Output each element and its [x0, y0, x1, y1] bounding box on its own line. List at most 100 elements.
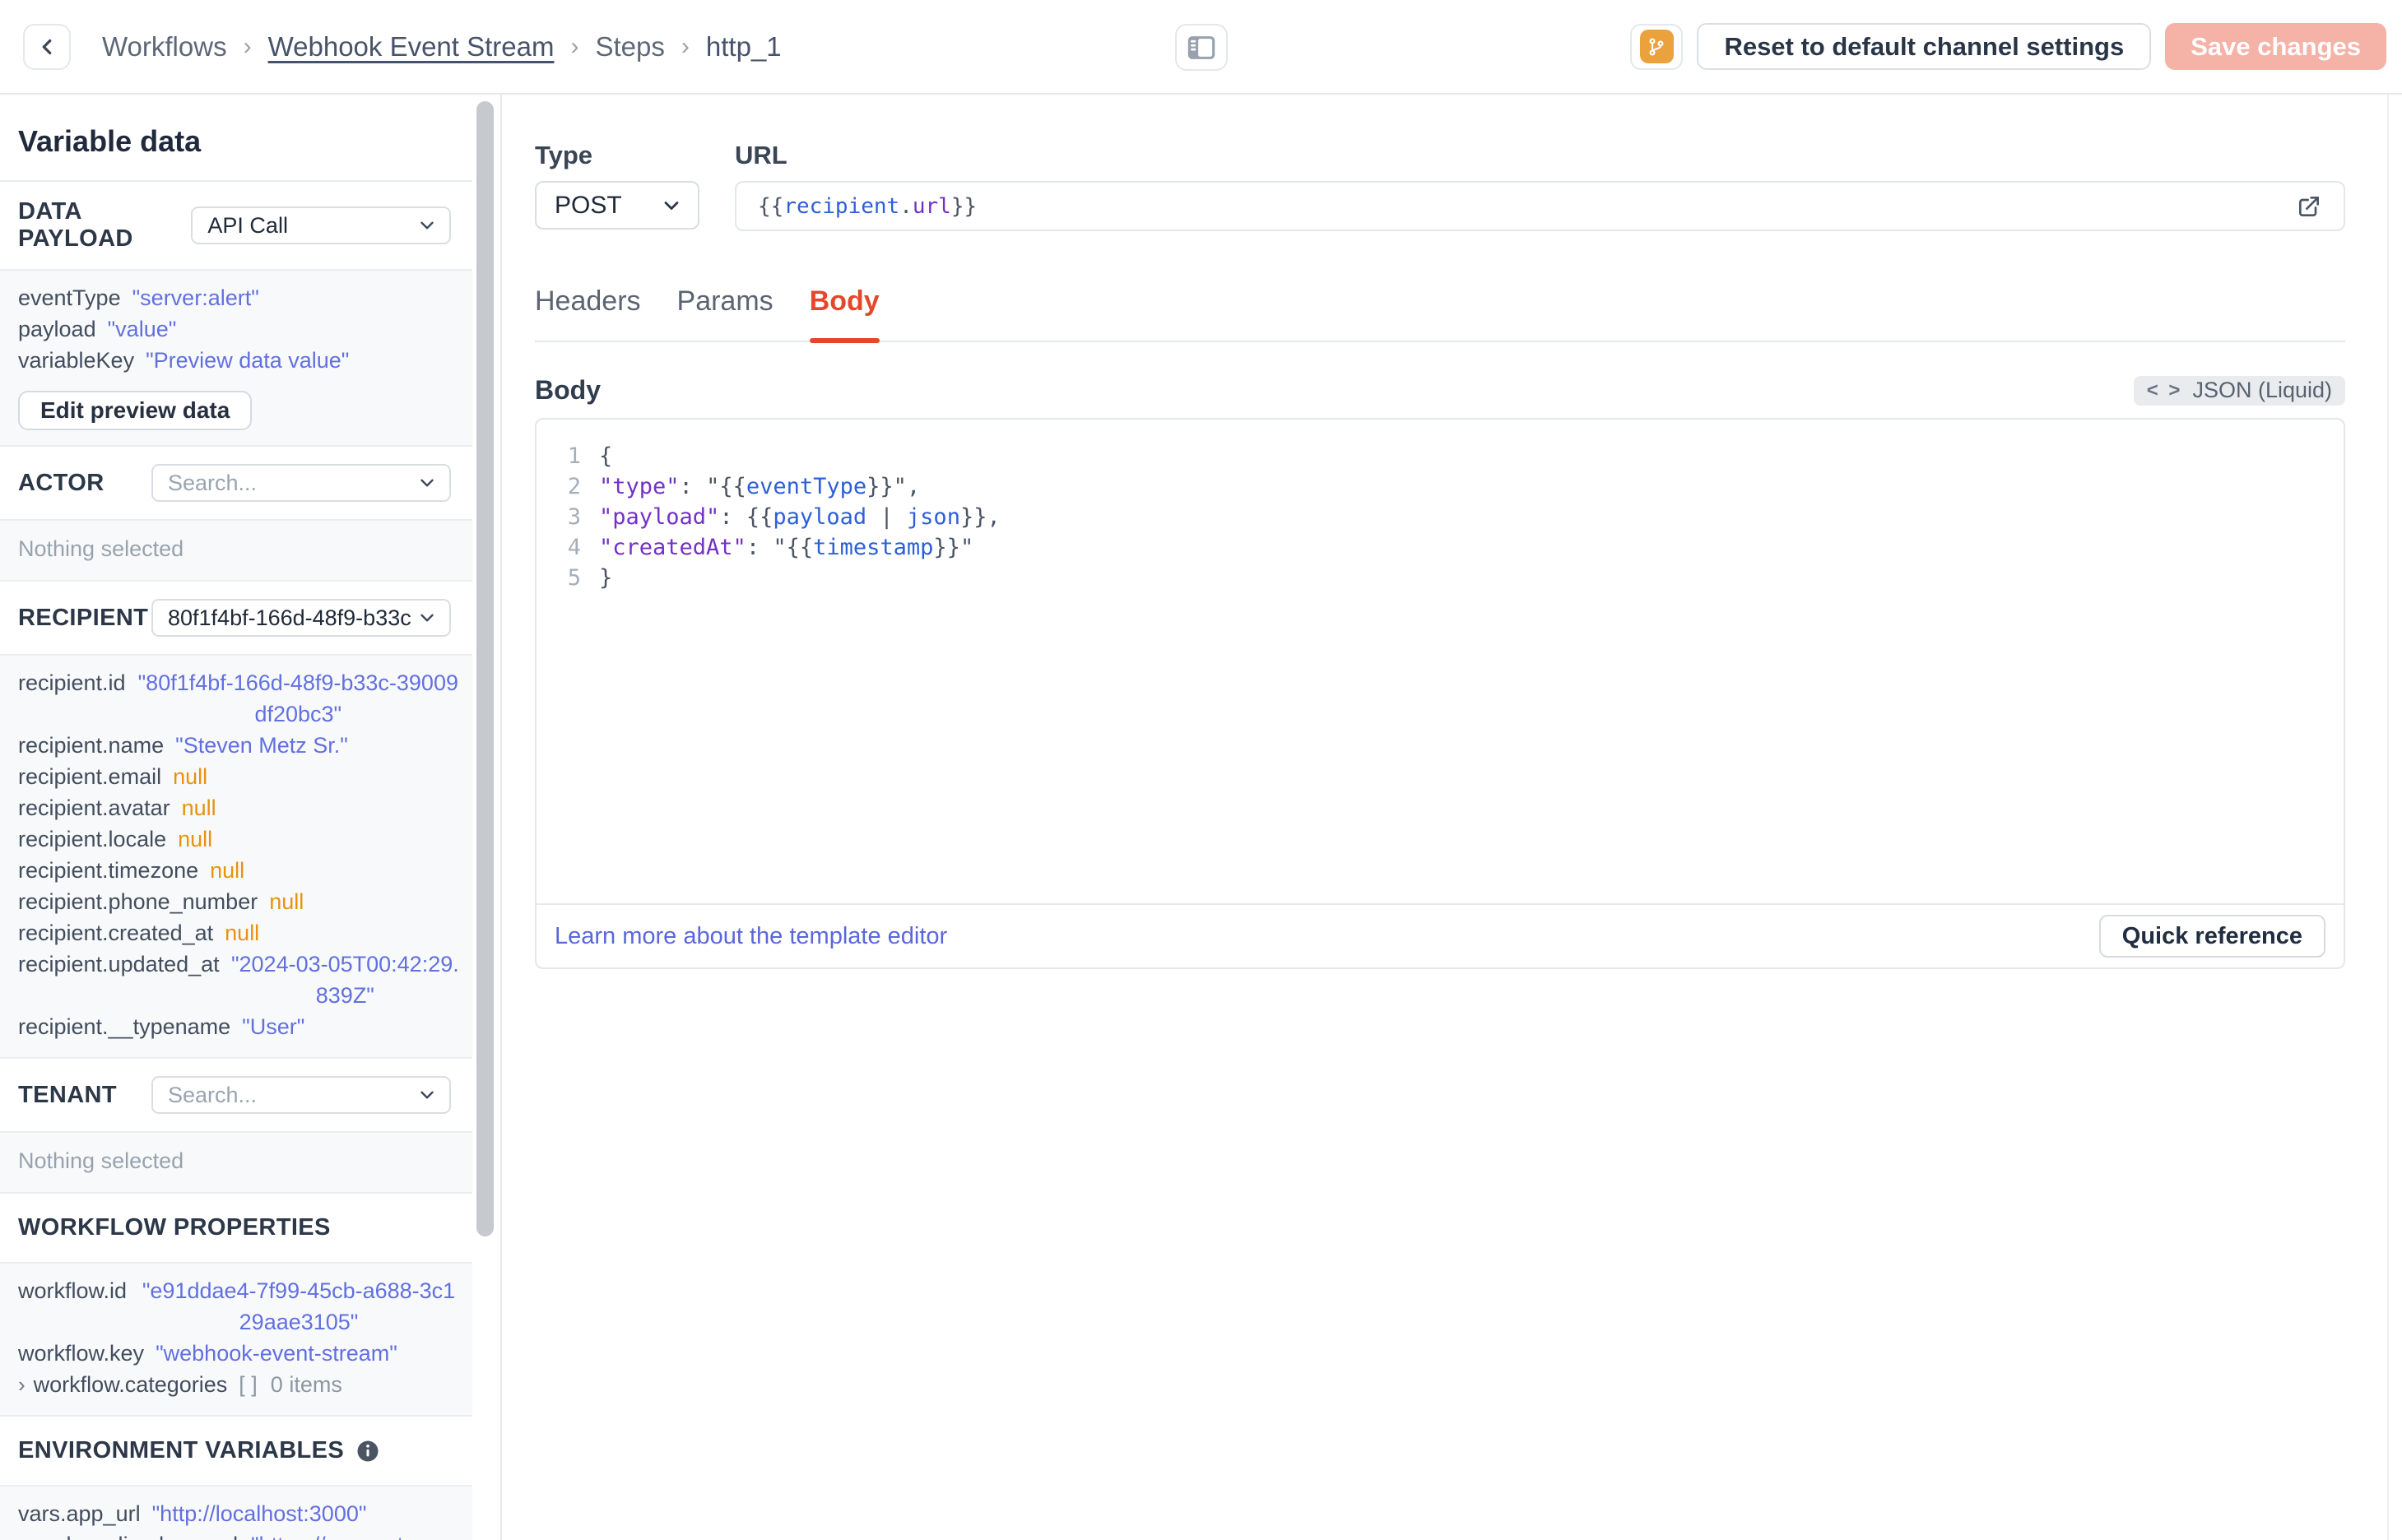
tab-params[interactable]: Params [677, 285, 774, 341]
method-select[interactable]: POST [535, 181, 699, 230]
tenant-empty-block: Nothing selected [0, 1131, 472, 1194]
top-bar: Workflows › Webhook Event Stream › Steps › htt… [0, 0, 2402, 95]
code-text: } [599, 565, 613, 591]
field-key: variableKey [18, 348, 135, 373]
breadcrumb-item: Workflows [102, 30, 227, 62]
field-extra: 0 items [270, 1372, 342, 1397]
payload-fields: eventType "server:alert" payload "value" var… [18, 282, 459, 376]
breadcrumb-item: Steps [595, 30, 665, 62]
tab-headers[interactable]: Headers [535, 285, 641, 341]
env-fields-block: vars.app_url"http://localhost:3000"vars.… [0, 1485, 472, 1540]
breadcrumb-separator: › [570, 32, 579, 60]
recipient-fields-block: recipient.id "80f1f4bf-166d-48f9-b33c-390… [0, 654, 472, 1059]
quick-reference-button[interactable]: Quick reference [2098, 915, 2325, 958]
payload-preview-block: eventType "server:alert" payload "value" var… [0, 269, 472, 447]
chevron-down-icon [660, 194, 683, 217]
language-badge: < > JSON (Liquid) [2133, 375, 2345, 406]
template-editor-card: 1{2 "type": "{{eventType}}", 3 "payload": {… [535, 418, 2345, 969]
tenant-row: TENANT Search... [0, 1059, 472, 1131]
field-key: recipient.updated_at [18, 952, 220, 976]
tab-body[interactable]: Body [809, 285, 880, 343]
token: }} [950, 193, 978, 219]
token: url [912, 193, 951, 219]
field-value: null [178, 827, 213, 851]
chevron-down-icon [416, 607, 438, 629]
field-row: recipient.id "80f1f4bf-166d-48f9-b33c-390… [18, 667, 459, 730]
actor-label: ACTOR [18, 469, 105, 496]
field-key: workflow.id [18, 1278, 128, 1303]
back-button[interactable] [23, 23, 71, 70]
workflow-fields: workflow.id "e91ddae4-7f99-45cb-a688-3c12… [18, 1275, 459, 1400]
line-number: 4 [567, 535, 581, 560]
field-row: eventType "server:alert" [18, 282, 459, 313]
git-branch-icon [1639, 30, 1674, 63]
code-editor[interactable]: 1{2 "type": "{{eventType}}", 3 "payload": {… [537, 420, 2344, 903]
field-key: recipient.email [18, 764, 162, 789]
code-text: "createdAt": "{{timestamp}}" [599, 535, 974, 560]
field-row: recipient.email null [18, 761, 459, 792]
breadcrumb-separator: › [681, 32, 690, 60]
info-icon[interactable] [355, 1439, 380, 1463]
code-line: 5} [537, 563, 2344, 593]
field-key: recipient.created_at [18, 921, 214, 945]
recipient-fields: recipient.id "80f1f4bf-166d-48f9-b33c-390… [18, 667, 459, 1042]
request-config-row: Type POST URL {{recipient.url}} [535, 141, 2345, 231]
field-value: "https://account-assets.knock.app/42d161… [249, 1529, 459, 1540]
url-label: URL [735, 141, 788, 169]
field-value: "Preview data value" [146, 348, 350, 373]
sidebar-toggle-button[interactable] [1175, 24, 1228, 71]
breadcrumb-item: http_1 [705, 30, 782, 62]
line-number: 1 [567, 443, 581, 469]
request-editor-panel: Type POST URL {{recipient.url}} Headers … [504, 95, 2402, 1540]
commit-changes-button[interactable] [1630, 23, 1684, 70]
reset-channel-settings-button[interactable]: Reset to default channel settings [1697, 23, 2152, 70]
field-key: recipient.locale [18, 827, 167, 851]
main-scroll-gutter [2387, 95, 2389, 1540]
field-row: payload "value" [18, 313, 459, 345]
actor-search-select[interactable]: Search... [151, 464, 451, 502]
open-url-button[interactable] [2286, 188, 2332, 225]
chevron-left-icon [35, 35, 59, 59]
field-row: variableKey "Preview data value" [18, 345, 459, 376]
tenant-empty-text: Nothing selected [18, 1148, 184, 1173]
field-row: › workflow.categories [ ] 0 items [18, 1369, 459, 1400]
chevron-right-icon[interactable]: › [18, 1369, 26, 1400]
field-value: [ ] [239, 1372, 258, 1397]
workflow-fields-block: workflow.id "e91ddae4-7f99-45cb-a688-3c12… [0, 1262, 472, 1417]
field-row: recipient.timezone null [18, 855, 459, 886]
save-changes-button[interactable]: Save changes [2165, 23, 2386, 70]
type-label: Type [535, 141, 593, 169]
editor-footer: Learn more about the template editor Qui… [537, 903, 2344, 967]
url-input[interactable]: {{recipient.url}} [735, 181, 2345, 231]
actor-row: ACTOR Search... [0, 447, 472, 519]
field-value: null [181, 796, 216, 820]
field-value: null [269, 889, 304, 914]
token: recipient [783, 193, 900, 219]
data-payload-row: DATA PAYLOAD API Call [0, 182, 472, 269]
edit-preview-data-button[interactable]: Edit preview data [18, 391, 253, 430]
chevron-down-icon [416, 472, 438, 494]
recipient-select[interactable]: 80f1f4bf-166d-48f9-b33c [151, 599, 451, 637]
field-row: recipient.created_at null [18, 917, 459, 949]
sidebar-scrollbar[interactable] [476, 101, 494, 1236]
field-key: workflow.key [18, 1341, 145, 1366]
field-value: "e91ddae4-7f99-45cb-a688-3c129aae3105" [142, 1278, 456, 1334]
field-value: "User" [242, 1014, 305, 1039]
chevron-down-icon [416, 1084, 438, 1106]
line-number: 3 [567, 504, 581, 530]
field-value: "2024-03-05T00:42:29.839Z" [230, 952, 459, 1008]
code-text: "type": "{{eventType}}", [599, 474, 921, 499]
body-section-header: Body < > JSON (Liquid) [535, 375, 2345, 406]
actor-empty-text: Nothing selected [18, 536, 184, 561]
field-row: recipient.locale null [18, 823, 459, 855]
chevron-down-icon [416, 215, 438, 236]
data-payload-select[interactable]: API Call [191, 206, 451, 244]
field-row: vars.branding.logo_url "https://account-a… [18, 1529, 459, 1540]
field-key: vars.app_url [18, 1501, 141, 1526]
tenant-search-select[interactable]: Search... [151, 1076, 451, 1114]
field-value: "webhook-event-stream" [156, 1341, 397, 1366]
field-row: recipient.avatar null [18, 792, 459, 823]
request-tabs: Headers Params Body [535, 285, 2345, 343]
learn-more-link[interactable]: Learn more about the template editor [555, 923, 947, 950]
breadcrumb-item[interactable]: Webhook Event Stream [268, 31, 555, 63]
